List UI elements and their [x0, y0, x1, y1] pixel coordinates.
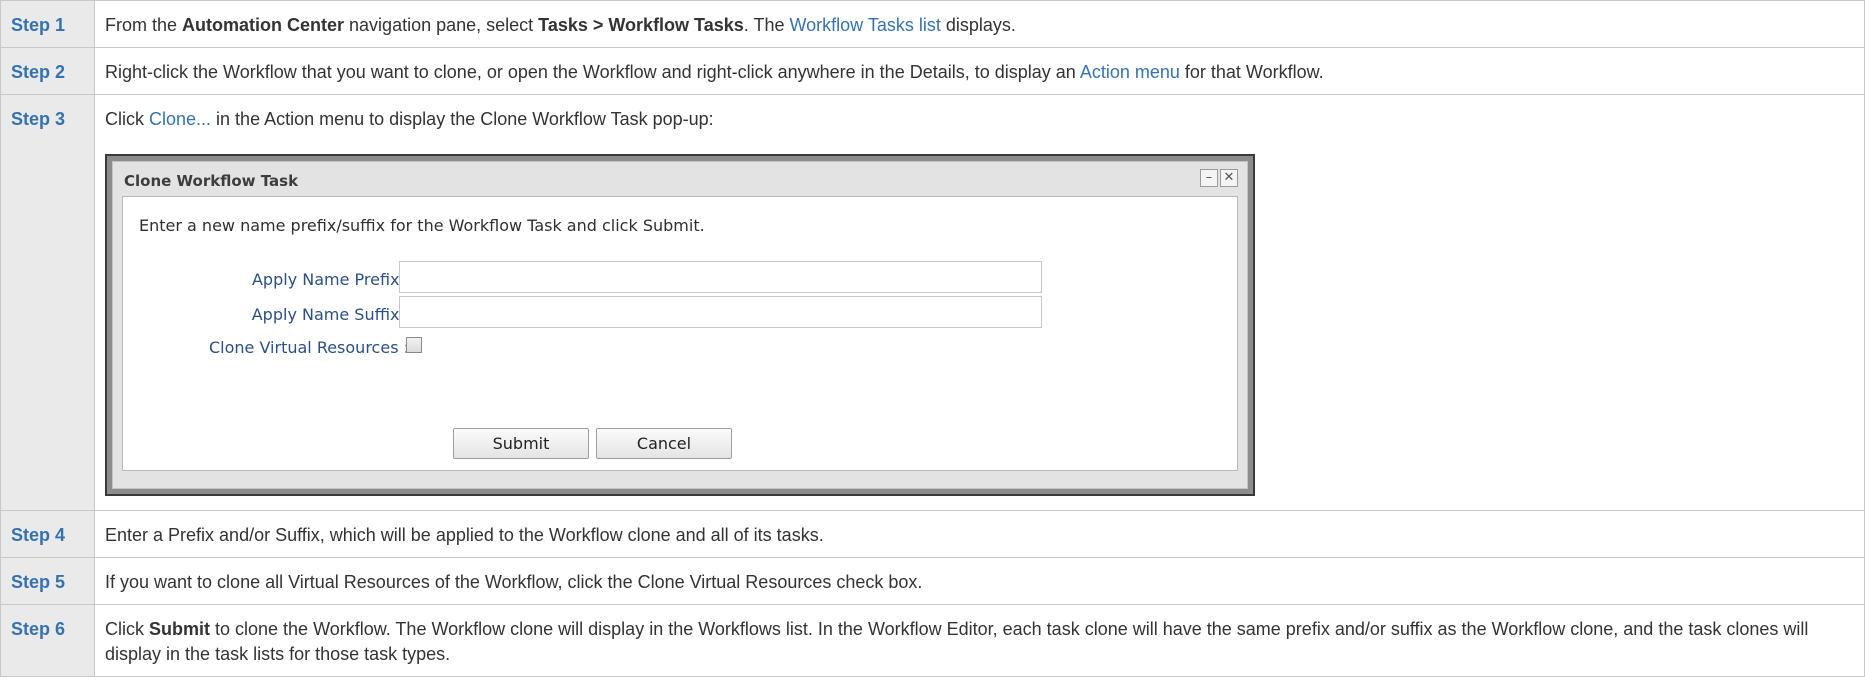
prefix-row: Apply Name Prefix :	[123, 261, 1237, 293]
minimize-icon[interactable]: –	[1200, 169, 1218, 187]
step-label: Step 4	[0, 510, 95, 558]
step-label: Step 6	[0, 604, 95, 677]
clone-vr-row: Clone Virtual Resources :	[123, 331, 1237, 363]
cancel-button[interactable]: Cancel	[596, 428, 732, 459]
step-label: Step 1	[0, 0, 95, 48]
prefix-input[interactable]	[399, 261, 1042, 293]
step-row-4: Step 4 Enter a Prefix and/or Suffix, whi…	[0, 510, 1865, 558]
step-text-segment: to clone the Workflow. The Workflow clon…	[105, 619, 1809, 664]
step-text: Click Clone... in the Action menu to dis…	[105, 107, 1854, 132]
step-text: From the Automation Center navigation pa…	[94, 0, 1865, 48]
step-label: Step 2	[0, 47, 95, 95]
step-row-2: Step 2 Right-click the Workflow that you…	[0, 47, 1865, 95]
suffix-label: Apply Name Suffix :	[251, 305, 410, 324]
dialog-instruction: Enter a new name prefix/suffix for the W…	[139, 216, 705, 235]
step-text: Click Submit to clone the Workflow. The …	[94, 604, 1865, 677]
prefix-label: Apply Name Prefix :	[251, 270, 410, 289]
step-label: Step 5	[0, 557, 95, 605]
bold-term: Submit	[149, 619, 210, 639]
documentation-page: Step 1 From the Automation Center naviga…	[0, 0, 1865, 686]
suffix-row: Apply Name Suffix :	[123, 296, 1237, 328]
dialog-title: Clone Workflow Task	[124, 172, 299, 190]
doc-link[interactable]: Action menu	[1080, 62, 1180, 82]
step-text-segment: Enter a Prefix and/or Suffix, which will…	[105, 525, 824, 545]
step-text: Right-click the Workflow that you want t…	[94, 47, 1865, 95]
step-text-segment: in the Action menu to display the Clone …	[211, 109, 714, 129]
step-text-segment: If you want to clone all Virtual Resourc…	[105, 572, 923, 592]
clone-dialog-screenshot: Clone Workflow Task – ✕ Enter a new name…	[105, 154, 1255, 496]
step-text-segment: From the	[105, 15, 183, 35]
close-icon[interactable]: ✕	[1220, 169, 1238, 187]
clone-workflow-task-dialog: Clone Workflow Task – ✕ Enter a new name…	[112, 161, 1248, 489]
clone-vr-label: Clone Virtual Resources :	[208, 338, 409, 357]
step-text-segment: displays.	[940, 15, 1016, 35]
dialog-body: Enter a new name prefix/suffix for the W…	[122, 196, 1238, 471]
steps-table-body: Step 1 From the Automation Center naviga…	[0, 0, 1865, 677]
submit-button[interactable]: Submit	[453, 428, 589, 459]
dialog-titlebar: Clone Workflow Task – ✕	[122, 162, 1238, 196]
bold-term: Tasks > Workflow Tasks	[538, 15, 744, 35]
step-text-segment: for that Workflow.	[1179, 62, 1324, 82]
step-text-segment: Right-click the Workflow that you want t…	[105, 62, 1080, 82]
step-text-segment: navigation pane, select	[344, 15, 539, 35]
bold-term: Automation Center	[182, 15, 345, 35]
step-row-1: Step 1 From the Automation Center naviga…	[0, 0, 1865, 48]
window-buttons: – ✕	[1200, 169, 1238, 187]
step-text-with-screenshot: Click Clone... in the Action menu to dis…	[94, 94, 1865, 511]
step-text-segment: Click	[105, 619, 149, 639]
steps-table: Step 1 From the Automation Center naviga…	[0, 0, 1865, 677]
step-text-segment: Click	[105, 109, 149, 129]
step-row-3: Step 3 Click Clone... in the Action menu…	[0, 94, 1865, 511]
step-text: Enter a Prefix and/or Suffix, which will…	[94, 510, 1865, 558]
doc-link[interactable]: Workflow Tasks list	[789, 15, 940, 35]
step-label: Step 3	[0, 94, 95, 511]
step-text-segment: . The	[743, 15, 790, 35]
clone-vr-checkbox[interactable]	[406, 337, 422, 353]
doc-link[interactable]: Clone...	[149, 109, 211, 129]
step-row-5: Step 5 If you want to clone all Virtual …	[0, 557, 1865, 605]
step-text: If you want to clone all Virtual Resourc…	[94, 557, 1865, 605]
step-row-6: Step 6 Click Submit to clone the Workflo…	[0, 604, 1865, 677]
suffix-input[interactable]	[399, 296, 1042, 328]
